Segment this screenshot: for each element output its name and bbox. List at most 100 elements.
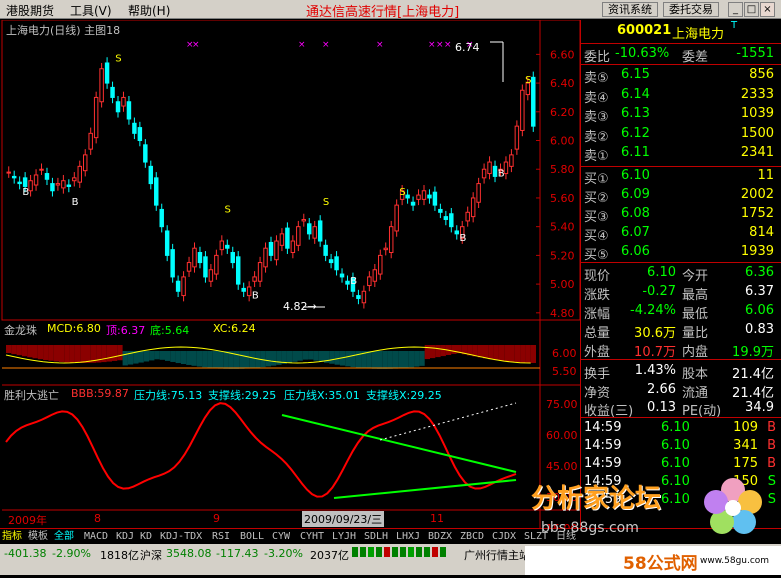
candle-body [307, 223, 312, 235]
price-axis-label: 4.80 [550, 307, 575, 320]
indicator2-name: 胜利大逃亡 [4, 389, 59, 402]
candle-body [225, 244, 230, 249]
candle-body [487, 161, 492, 175]
minimize-button[interactable]: _ [728, 2, 743, 17]
indicator1-axis-labels: 6.00 5.50 [552, 347, 577, 378]
candle-body [99, 68, 104, 103]
candle-body [405, 194, 410, 199]
stat-label: 总量 [584, 326, 611, 341]
book-level-price: 6.12 [621, 125, 650, 141]
indicator-tab[interactable]: KD [140, 530, 160, 544]
indicator-tab[interactable]: 全部 [54, 530, 84, 544]
stat-value: 0.13 [647, 400, 676, 415]
indicator1-bar [74, 345, 81, 363]
indicator-tab[interactable]: MACD [84, 530, 116, 544]
stat-label: 现价 [584, 269, 611, 284]
buy-level-row[interactable]: 买① 6.10 11 [581, 167, 781, 187]
book-level-label: 买② [584, 191, 609, 206]
stat-label: 净资 [584, 385, 611, 401]
app-title: 通达信高速行情[上海电力] [306, 5, 460, 20]
candle-body [175, 280, 181, 292]
indicator2-bbb-line [5, 402, 517, 498]
price-axis-label: 6.20 [550, 106, 575, 119]
sell-level-row[interactable]: 卖② 6.12 1500 [581, 125, 781, 145]
indicator-tab[interactable]: SDLH [364, 530, 396, 544]
buy-level-row[interactable]: 买③ 6.08 1752 [581, 205, 781, 225]
menu-item-help[interactable]: 帮助(H) [128, 2, 170, 19]
tick-row[interactable]: 14:59 6.10 109 B [581, 419, 781, 437]
buy-level-row[interactable]: 买② 6.09 2002 [581, 186, 781, 206]
sell-level-row[interactable]: 卖① 6.11 2341 [581, 144, 781, 164]
indicator1-bar [11, 345, 17, 355]
tick-volume: 109 [733, 420, 758, 435]
x-marker: × [436, 40, 444, 50]
candle-body [339, 273, 345, 278]
book-level-price: 6.14 [621, 86, 650, 102]
tick-side: B [767, 420, 776, 435]
candle-body [361, 290, 367, 304]
stat-label: 量比 [682, 326, 709, 341]
indicator-tab[interactable]: KDJ [116, 530, 140, 544]
sz-amount: 2037亿 [310, 549, 349, 562]
indicator2-axis-label: 60.00 [546, 429, 578, 442]
book-level-volume: 2341 [740, 145, 774, 160]
indicator-tab[interactable]: CJDX [492, 530, 524, 544]
news-button[interactable]: 资讯系统 [602, 2, 658, 17]
indicator1-bar [334, 351, 340, 365]
candle-body [17, 181, 22, 185]
indicator1-bar [477, 345, 483, 358]
indicator1-bar [498, 345, 505, 361]
sell-level-row[interactable]: 卖⑤ 6.15 856 [581, 66, 781, 86]
indicator1-bar [186, 351, 192, 365]
price-axis-label: 6.40 [550, 77, 575, 90]
indicator2-resistance-x: 压力线X:35.01 [284, 389, 360, 402]
chart-canvas[interactable]: BBSSBSBSBBS×× × × × × × × × 6.606.406.206.005.8… [0, 19, 581, 535]
indicator1-bar [212, 351, 218, 369]
indicator-tab[interactable]: ZBCD [460, 530, 492, 544]
candle-body [181, 276, 186, 297]
maximize-button[interactable]: □ [744, 2, 759, 17]
candle-body [312, 226, 317, 239]
server-name[interactable]: 广州行情主站 [464, 547, 530, 563]
candle-body [290, 240, 296, 254]
candle-body [44, 173, 50, 180]
indicator-tab[interactable]: LYJH [332, 530, 364, 544]
chart-area[interactable]: B B S S B S B S B B S × × × × × × × × × 6.60 6.40 6.20 6.00 5.8… [0, 19, 581, 535]
indicator1-plot [2, 345, 540, 369]
indicator1-bar [483, 345, 489, 359]
indicator1-bar [159, 351, 165, 360]
price-axis-label: 5.60 [550, 192, 575, 205]
buy-level-row[interactable]: 买⑤ 6.06 1939 [581, 243, 781, 263]
candle-body [28, 180, 33, 192]
indicator-tab[interactable]: KDJ-TDX [160, 530, 212, 544]
indicator-tab[interactable]: 模板 [28, 530, 54, 544]
indicator1-bar [154, 351, 160, 360]
buy-signal: B [72, 197, 79, 208]
indicator-tab[interactable]: BDZX [428, 530, 460, 544]
indicator-tab[interactable]: BOLL [240, 530, 272, 544]
sell-level-row[interactable]: 卖④ 6.14 2333 [581, 86, 781, 106]
sell-level-row[interactable]: 卖③ 6.13 1039 [581, 105, 781, 125]
quote-separator [581, 43, 781, 44]
tick-row[interactable]: 14:59 6.10 341 B [581, 437, 781, 455]
trade-button[interactable]: 委托交易 [663, 2, 719, 17]
watermark-site: www.58gu.com [700, 556, 770, 566]
breadth-bar [432, 547, 438, 557]
menu-item-tools[interactable]: 工具(V) [70, 2, 112, 19]
book-level-volume: 11 [757, 168, 774, 183]
breadth-bar [392, 547, 398, 557]
book-level-price: 6.10 [621, 168, 650, 183]
candle-body [192, 247, 197, 268]
indicator1-bar [143, 351, 150, 362]
close-button[interactable]: × [760, 2, 775, 17]
indicator-tab[interactable]: CYHT [300, 530, 332, 544]
indicator-tab[interactable]: 指标 [2, 530, 28, 544]
candle-body [481, 168, 487, 179]
menu-item-futures[interactable]: 港股期货 [6, 2, 54, 19]
indicator-tab[interactable]: CYW [272, 530, 300, 544]
stat-value: 0.83 [745, 322, 774, 337]
indicator-tab[interactable]: LHXJ [396, 530, 428, 544]
buy-level-row[interactable]: 买④ 6.07 814 [581, 224, 781, 244]
indicator-tab[interactable]: RSI [212, 530, 240, 544]
indicator1-bar [53, 345, 59, 362]
